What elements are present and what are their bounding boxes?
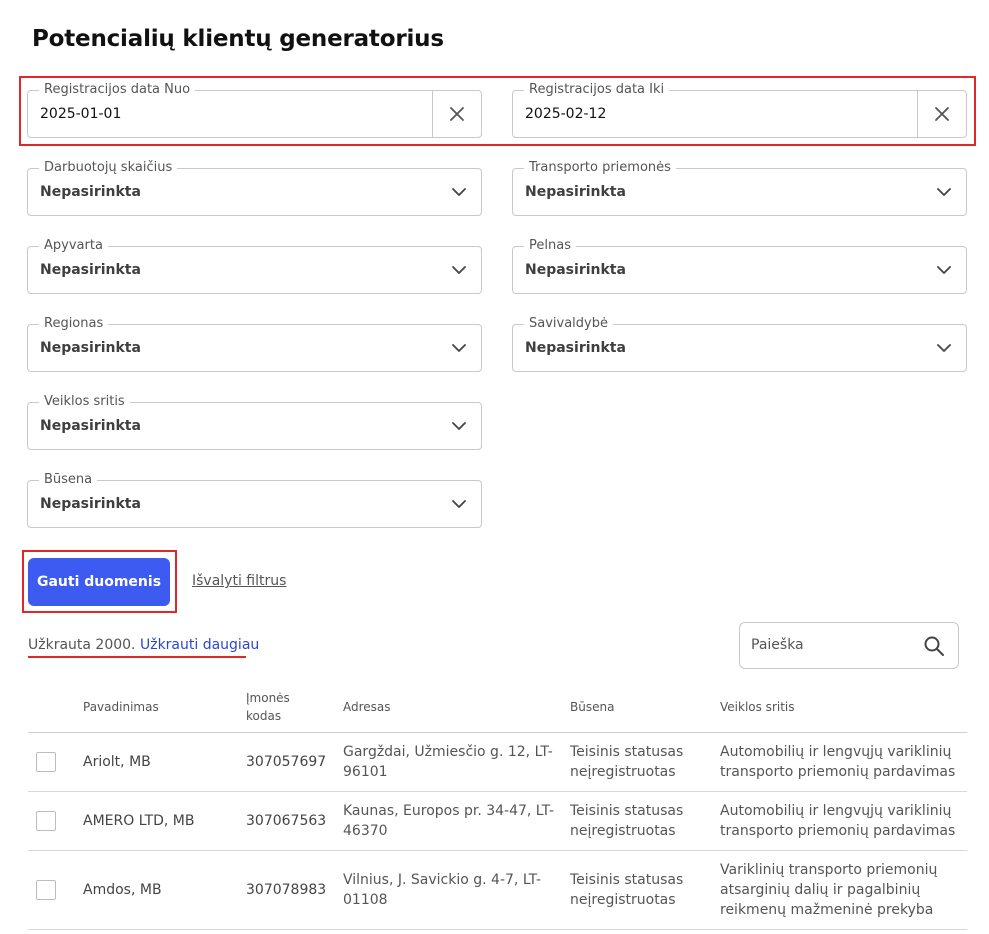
close-icon: [450, 107, 464, 121]
search-icon[interactable]: [923, 635, 945, 657]
chevron-down-icon: [452, 344, 466, 352]
status-value: Nepasirinkta: [40, 496, 141, 512]
employees-value: Nepasirinkta: [40, 184, 141, 200]
activity-value: Nepasirinkta: [40, 418, 141, 434]
row-activity: Variklinių transporto priemonių atsargin…: [720, 850, 967, 930]
date-to-field[interactable]: Registracijos data Iki 2025-02-12: [512, 82, 967, 138]
chevron-down-icon: [452, 500, 466, 508]
date-to-input[interactable]: 2025-02-12: [525, 91, 606, 137]
chevron-down-icon: [452, 188, 466, 196]
date-from-input[interactable]: 2025-01-01: [40, 91, 121, 137]
column-header-address[interactable]: Adresas: [343, 682, 570, 733]
municipality-select[interactable]: Savivaldybė Nepasirinkta: [512, 316, 967, 372]
date-from-field[interactable]: Registracijos data Nuo 2025-01-01: [27, 82, 482, 138]
row-name: Amdos, MB: [83, 850, 246, 930]
row-name: AMERO LTD, MB: [83, 791, 246, 851]
row-checkbox[interactable]: [36, 879, 56, 900]
clear-filters-link[interactable]: Išvalyti filtrus: [192, 573, 286, 589]
region-value: Nepasirinkta: [40, 340, 141, 356]
loaded-status: Užkrauta 2000. Užkrauti daugiau: [28, 637, 259, 653]
table-header-row: Pavadinimas Įmonės kodas Adresas Būsena …: [28, 682, 967, 733]
vehicles-select[interactable]: Transporto priemonės Nepasirinkta: [512, 160, 967, 216]
column-header-status[interactable]: Būsena: [570, 682, 720, 733]
table-row[interactable]: Amdos, MB 307078983 Vilnius, J. Savickio…: [28, 850, 967, 930]
close-icon: [935, 107, 949, 121]
row-activity: Automobilių ir lengvųjų variklinių trans…: [720, 732, 967, 792]
date-from-clear-button[interactable]: [432, 91, 481, 137]
row-address: Gargždai, Užmiesčio g. 12, LT-96101: [343, 732, 570, 792]
vehicles-value: Nepasirinkta: [525, 184, 626, 200]
row-status: Teisinis statusas neįregistruotas: [570, 732, 720, 792]
chevron-down-icon: [937, 266, 951, 274]
row-checkbox[interactable]: [36, 751, 56, 772]
results-table: Pavadinimas Įmonės kodas Adresas Būsena …: [28, 682, 967, 930]
search-placeholder: Paieška: [751, 637, 804, 653]
column-header-activity[interactable]: Veiklos sritis: [720, 682, 967, 733]
search-input[interactable]: Paieška: [739, 622, 959, 669]
employees-select[interactable]: Darbuotojų skaičius Nepasirinkta: [27, 160, 482, 216]
row-address: Vilnius, J. Savickio g. 4-7, LT-01108: [343, 850, 570, 930]
chevron-down-icon: [452, 422, 466, 430]
get-data-button[interactable]: Gauti duomenis: [28, 558, 170, 606]
status-select[interactable]: Būsena Nepasirinkta: [27, 472, 482, 528]
chevron-down-icon: [937, 344, 951, 352]
row-address: Kaunas, Europos pr. 34-47, LT-46370: [343, 791, 570, 851]
load-more-underline: [28, 656, 246, 658]
page-title: Potencialių klientų generatorius: [32, 26, 444, 52]
municipality-value: Nepasirinkta: [525, 340, 626, 356]
date-to-clear-button[interactable]: [917, 91, 966, 137]
row-code: 307067563: [246, 791, 343, 851]
region-select[interactable]: Regionas Nepasirinkta: [27, 316, 482, 372]
select-column-header: [28, 682, 83, 733]
row-code: 307078983: [246, 850, 343, 930]
row-code: 307057697: [246, 732, 343, 792]
profit-select[interactable]: Pelnas Nepasirinkta: [512, 238, 967, 294]
row-checkbox[interactable]: [36, 810, 56, 831]
row-status: Teisinis statusas neįregistruotas: [570, 791, 720, 851]
row-activity: Automobilių ir lengvųjų variklinių trans…: [720, 791, 967, 851]
table-row[interactable]: AMERO LTD, MB 307067563 Kaunas, Europos …: [28, 791, 967, 851]
column-header-code[interactable]: Įmonės kodas: [246, 682, 343, 733]
activity-select[interactable]: Veiklos sritis Nepasirinkta: [27, 394, 482, 450]
turnover-select[interactable]: Apyvarta Nepasirinkta: [27, 238, 482, 294]
turnover-value: Nepasirinkta: [40, 262, 141, 278]
profit-value: Nepasirinkta: [525, 262, 626, 278]
row-status: Teisinis statusas neįregistruotas: [570, 850, 720, 930]
load-more-link[interactable]: Užkrauti daugiau: [140, 637, 259, 653]
column-header-name[interactable]: Pavadinimas: [83, 682, 246, 733]
table-row[interactable]: Ariolt, MB 307057697 Gargždai, Užmiesčio…: [28, 732, 967, 792]
row-name: Ariolt, MB: [83, 732, 246, 792]
loaded-count-text: Užkrauta 2000.: [28, 637, 136, 653]
chevron-down-icon: [937, 188, 951, 196]
chevron-down-icon: [452, 266, 466, 274]
